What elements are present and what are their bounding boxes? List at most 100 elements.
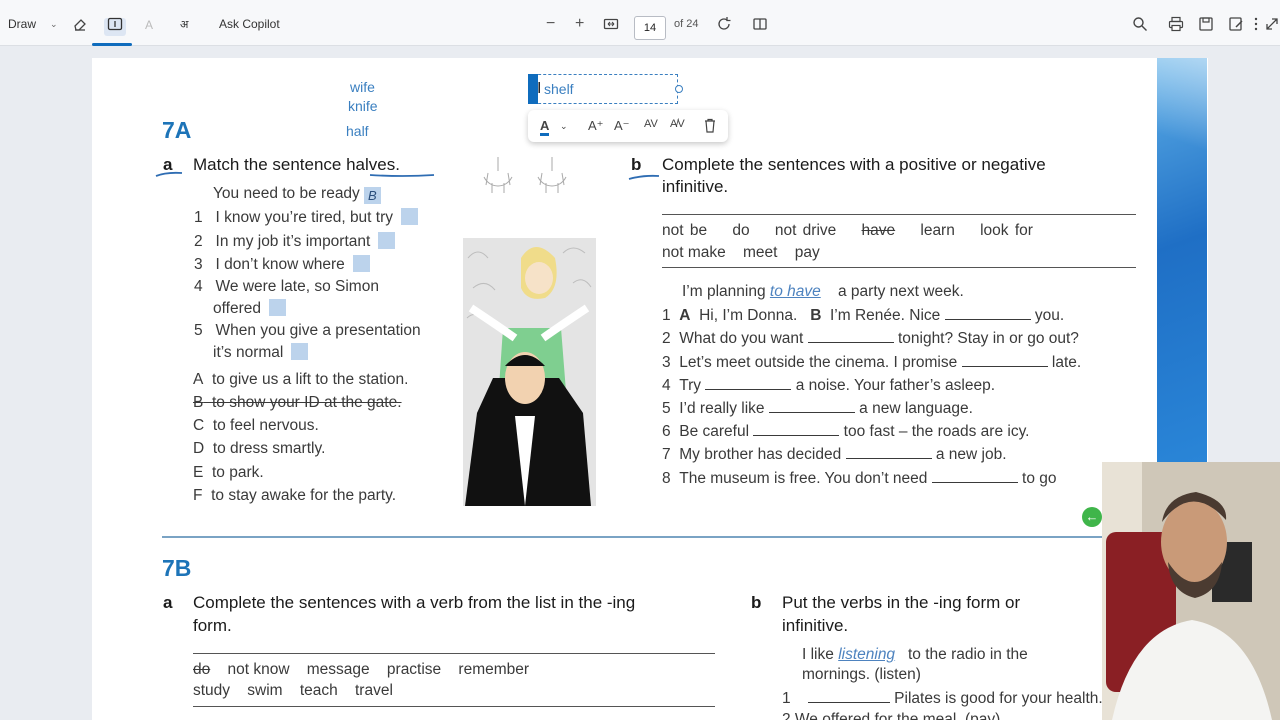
search-icon[interactable]: [1132, 16, 1148, 32]
sentence-text: What do you want: [679, 330, 804, 347]
section-title-7b: 7B: [162, 555, 192, 581]
increase-font-icon[interactable]: A⁺: [588, 118, 604, 134]
rotate-icon[interactable]: [716, 16, 732, 32]
chevron-down-icon: ⌄: [50, 18, 58, 29]
option-item: B to show your ID at the gate.: [193, 394, 402, 412]
answer-blank[interactable]: [845, 445, 932, 459]
text-highlight-icon[interactable]: A: [144, 16, 160, 32]
sentence-item: 6 Be careful too fast – the roads are ic…: [662, 422, 1029, 441]
answer-box[interactable]: [378, 232, 396, 249]
exercise-instruction: Complete the sentences with a verb from …: [193, 593, 636, 612]
annotation-resize-handle[interactable]: [675, 85, 683, 93]
exercise-instruction: infinitive.: [782, 616, 849, 635]
word-bank-item: remember: [458, 661, 530, 678]
annotation-text[interactable]: shelf: [544, 81, 574, 97]
answer-blank[interactable]: [931, 469, 1018, 483]
font-color-icon[interactable]: A: [540, 118, 550, 136]
answer-box[interactable]: B: [363, 187, 381, 204]
answer-blank[interactable]: [768, 399, 855, 413]
sentence-text: Be careful: [679, 423, 750, 440]
sentence-text: I like: [802, 646, 834, 663]
zoom-out-button[interactable]: −: [546, 14, 555, 34]
sentence-item: 3 Let’s meet outside the cinema. I promi…: [662, 353, 1081, 372]
option-letter: A: [193, 371, 204, 388]
answer-blank[interactable]: [944, 306, 1031, 320]
item-number: 8: [662, 470, 671, 487]
exercise-instruction: form.: [193, 616, 232, 635]
answer-blank[interactable]: [807, 329, 894, 343]
fit-page-icon[interactable]: [603, 16, 619, 32]
pdf-toolbar: Draw ⌄ A अ Ask Copilot − + 14 of 24: [0, 0, 1280, 46]
answer-blank[interactable]: [807, 689, 890, 703]
sentence-item: 7 My brother has decided a new job.: [662, 445, 1007, 464]
draw-dropdown[interactable]: Draw ⌄: [8, 14, 58, 34]
annotation-word[interactable]: wife: [350, 79, 375, 95]
word-bank-item: study: [193, 682, 231, 699]
option-letter: D: [193, 440, 205, 457]
answer-blank[interactable]: [753, 422, 840, 436]
example-sentence: I like listening to the radio in the: [802, 646, 1028, 664]
chevron-down-icon[interactable]: ⌄: [560, 121, 568, 132]
list-item-continued: it’s normal: [213, 343, 309, 362]
item-number: 1: [194, 209, 203, 226]
sentence-text: too fast – the roads are icy.: [843, 423, 1030, 440]
sentence-text: The museum is free. You don’t need: [679, 470, 928, 487]
word-bank-item: teach: [299, 682, 338, 699]
sentence-item: 4 Try a noise. Your father’s asleep.: [662, 376, 995, 395]
cartoon-illustration: [463, 238, 596, 506]
word-bank-rule: [662, 267, 1136, 268]
sentence-item: 8 The museum is free. You don’t need to …: [662, 469, 1057, 488]
exercise-instruction: Put the verbs in the -ing form or: [782, 593, 1021, 612]
page-view-icon[interactable]: [752, 16, 768, 32]
item-number: 2: [194, 233, 203, 250]
item-text: I know you’re tired, but try: [215, 209, 394, 226]
annotation-word[interactable]: knife: [348, 98, 378, 114]
item-number: 1: [662, 307, 671, 324]
word-bank-item: do: [732, 222, 750, 239]
back-arrow-icon[interactable]: ←: [1082, 507, 1102, 527]
annotation-format-toolbar: A ⌄ A⁺ A⁻ AV A̸V: [528, 110, 728, 142]
sentence-text: I’d really like: [679, 400, 765, 417]
save-icon[interactable]: [1198, 16, 1214, 32]
pen-stroke: [628, 174, 660, 180]
item-text: offered: [213, 300, 261, 317]
item-number: 7: [662, 446, 671, 463]
item-text: We were late, so Simon: [215, 278, 379, 295]
list-item: 4 We were late, so Simon: [194, 278, 379, 296]
ask-copilot-button[interactable]: Ask Copilot: [219, 14, 280, 34]
decrease-font-icon[interactable]: A⁻: [614, 118, 630, 134]
page-number-input[interactable]: 14: [634, 16, 666, 40]
line-spacing-icon[interactable]: A̸V: [670, 118, 685, 130]
item-number: 6: [662, 423, 671, 440]
sentence-item: 1 Pilates is good for your health.: [782, 689, 1103, 708]
answer-box[interactable]: [401, 208, 419, 225]
pen-stroke: [155, 171, 183, 177]
option-letter: B: [193, 394, 204, 411]
answer-box[interactable]: [291, 343, 309, 360]
answer-blank[interactable]: [961, 353, 1048, 367]
delete-icon[interactable]: [703, 118, 717, 133]
item-number: 5: [662, 400, 671, 417]
text-box-icon[interactable]: [107, 16, 123, 32]
item-text: In my job it’s important: [215, 233, 371, 250]
print-icon[interactable]: [1168, 16, 1184, 32]
read-aloud-icon[interactable]: अ: [180, 16, 196, 32]
eraser-icon[interactable]: [72, 16, 88, 32]
list-item: 3 I don’t know where: [194, 255, 370, 274]
more-options-icon[interactable]: [1248, 16, 1264, 32]
draw-label: Draw: [8, 17, 37, 31]
annotation-word[interactable]: half: [346, 123, 369, 139]
answer-blank[interactable]: [705, 376, 792, 390]
section-title-7a: 7A: [162, 117, 192, 143]
zoom-in-button[interactable]: +: [575, 14, 584, 34]
answer-box[interactable]: [352, 255, 370, 272]
sentence-text: I’m planning: [682, 283, 766, 300]
char-spacing-icon[interactable]: AV: [644, 118, 658, 130]
word-bank: not be do not drive have learn look for: [662, 222, 1033, 240]
save-as-icon[interactable]: [1228, 16, 1244, 32]
expand-icon[interactable]: [1264, 16, 1280, 32]
sentence-text: a noise. Your father’s asleep.: [795, 377, 996, 394]
answer-box[interactable]: [268, 299, 286, 316]
option-item: D to dress smartly.: [193, 440, 325, 458]
sentence-text: to go: [1022, 470, 1057, 487]
